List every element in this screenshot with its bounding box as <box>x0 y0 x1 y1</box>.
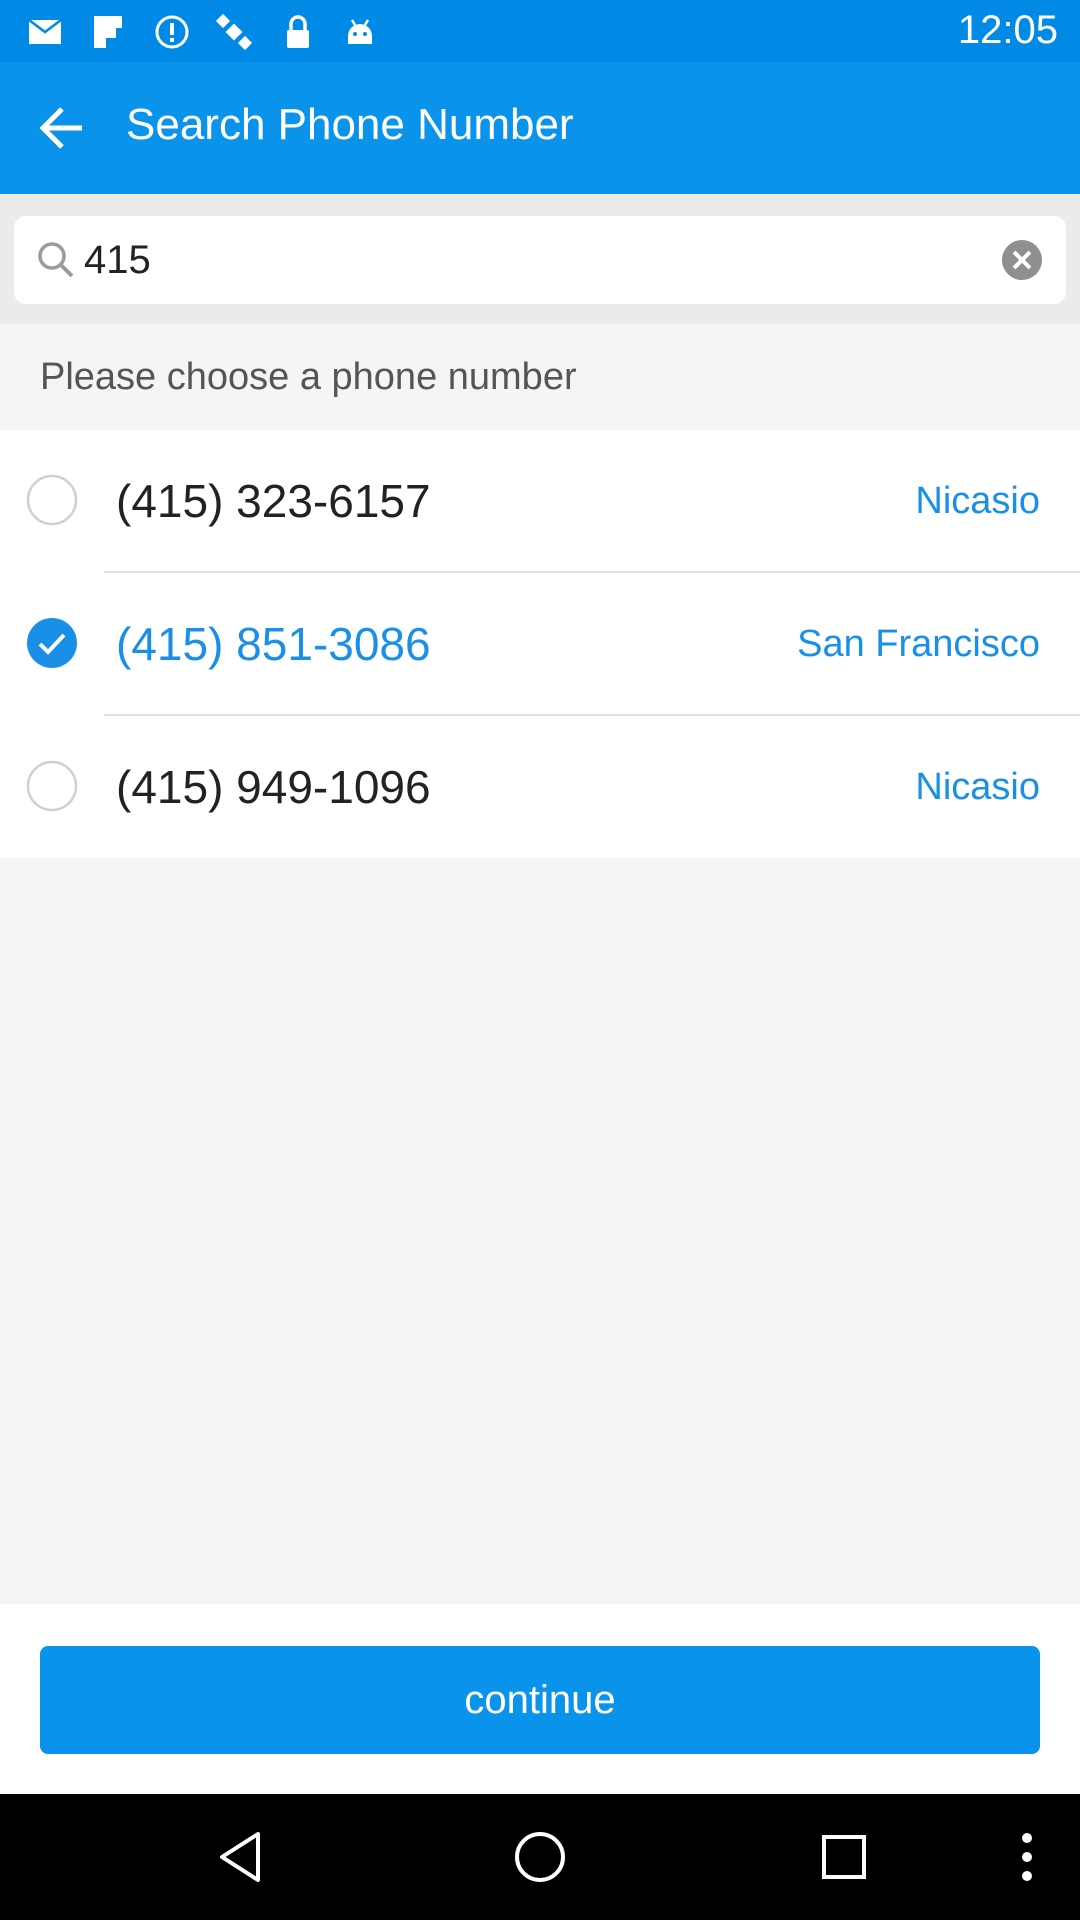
page-title: Search Phone Number <box>126 100 574 149</box>
app-bar: Search Phone Number <box>0 62 1080 194</box>
radio-checked-icon[interactable] <box>26 617 78 669</box>
nav-home-icon[interactable] <box>507 1824 573 1890</box>
lock-icon <box>287 15 309 48</box>
info-icon <box>155 15 189 49</box>
search-input[interactable] <box>84 230 984 290</box>
number-row[interactable]: (415) 949-1096 Nicasio <box>0 716 1080 859</box>
number-row[interactable]: (415) 323-6157 Nicasio <box>0 430 1080 573</box>
flipboard-icon <box>94 16 122 48</box>
android-icon <box>348 19 372 44</box>
section-prompt: Please choose a phone number <box>40 356 577 398</box>
overflow-menu-icon[interactable] <box>994 1824 1060 1890</box>
radio-unchecked-icon[interactable] <box>26 474 78 526</box>
phone-number: (415) 851-3086 <box>116 618 431 670</box>
number-row[interactable]: (415) 851-3086 San Francisco <box>0 573 1080 716</box>
city-label: Nicasio <box>915 480 1040 522</box>
satellite-icon <box>215 13 253 51</box>
mail-icon <box>28 19 62 44</box>
city-label: San Francisco <box>797 623 1040 665</box>
continue-button[interactable]: continue <box>40 1646 1040 1754</box>
nav-recents-icon[interactable] <box>811 1824 877 1890</box>
city-label: Nicasio <box>915 766 1040 808</box>
clear-icon[interactable] <box>1000 238 1044 282</box>
radio-unchecked-icon[interactable] <box>26 760 78 812</box>
arrow-left-icon[interactable] <box>20 88 104 168</box>
phone-number-list: (415) 323-6157 Nicasio (415) 851-3086 Sa… <box>0 430 1080 858</box>
navigation-bar <box>0 1794 1080 1920</box>
bottom-action-area: continue <box>0 1604 1080 1794</box>
phone-number: (415) 949-1096 <box>116 761 431 813</box>
clock-time: 12:05 <box>957 8 1058 52</box>
search-box[interactable] <box>14 216 1066 304</box>
status-bar: 12:05 <box>0 0 1080 62</box>
nav-back-icon[interactable] <box>208 1824 274 1890</box>
phone-number: (415) 323-6157 <box>116 475 431 527</box>
search-section <box>0 194 1080 324</box>
screen: 12:05 Search Phone Number Please choose … <box>0 0 1080 1920</box>
search-icon <box>38 242 74 278</box>
